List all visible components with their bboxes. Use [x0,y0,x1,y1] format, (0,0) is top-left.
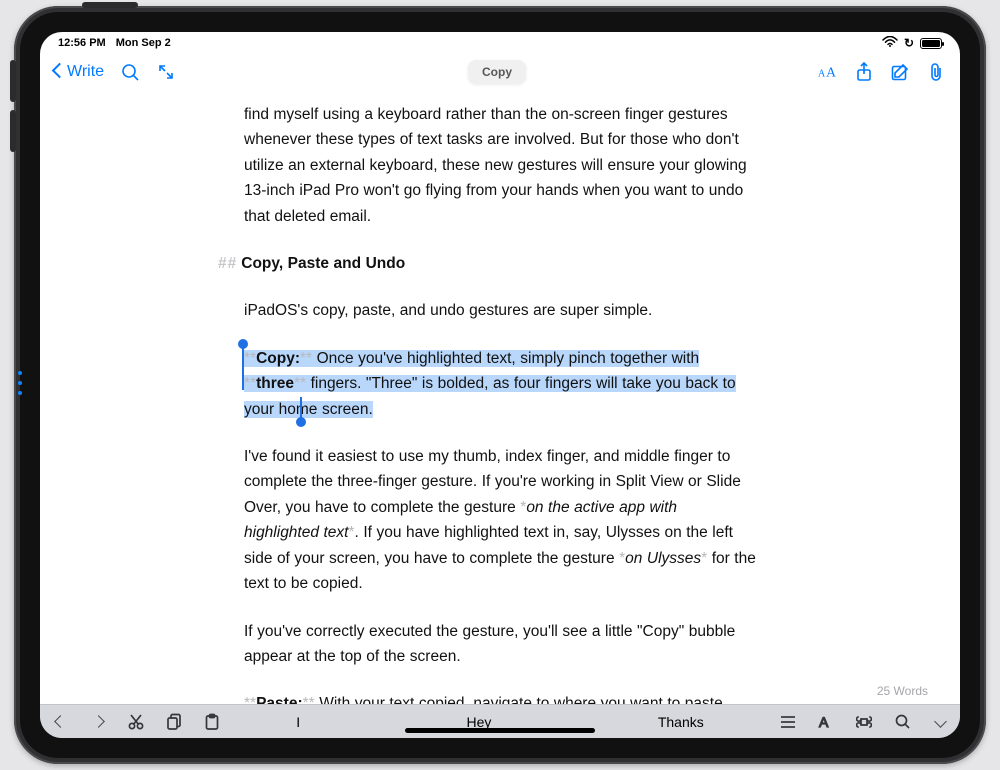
format-icon[interactable]: A [816,712,836,732]
editor-area[interactable]: find myself using a keyboard rather than… [40,92,960,704]
copy-icon[interactable] [164,712,184,732]
next-icon[interactable] [88,712,108,732]
volume-down-hw [10,110,16,152]
list-icon[interactable] [778,712,798,732]
battery-icon [920,38,942,49]
markdown-marker: ## [218,255,237,272]
paragraph[interactable]: find myself using a keyboard rather than… [244,102,756,229]
expand-icon[interactable] [156,62,176,82]
selected-paragraph[interactable]: **Copy:** Once you've highlighted text, … [244,346,756,422]
compose-icon[interactable] [890,62,910,82]
wifi-icon [882,36,898,50]
screen: 12:56 PM Mon Sep 2 ↻ Write [40,32,960,738]
nav-bar: Write Copy AA [40,52,960,92]
smart-connector [18,371,22,395]
paste-icon[interactable] [202,712,222,732]
orientation-lock-icon: ↻ [904,36,914,50]
svg-text:A: A [826,65,836,80]
paragraph[interactable]: iPadOS's copy, paste, and undo gestures … [244,298,756,323]
share-icon[interactable] [854,62,874,82]
status-time: 12:56 PM [58,37,106,49]
find-icon[interactable] [892,712,912,732]
cut-icon[interactable] [126,712,146,732]
word-count: 25 Words [877,684,928,698]
paragraph[interactable]: **Paste:** With your text copied, naviga… [244,691,756,704]
dismiss-keyboard-icon[interactable] [930,712,950,732]
paragraph[interactable]: If you've correctly executed the gesture… [244,619,756,670]
selection-handle-end[interactable] [300,397,302,418]
paragraph[interactable]: I've found it easiest to use my thumb, i… [244,444,756,596]
chevron-left-icon [54,63,65,81]
heading-2[interactable]: ##Copy, Paste and Undo [244,251,756,276]
attach-icon[interactable] [926,62,946,82]
svg-text:A: A [819,714,829,730]
svg-text:A: A [818,69,826,80]
volume-up-hw [10,60,16,102]
home-indicator[interactable] [405,728,595,733]
suggestion-3[interactable]: Thanks [632,714,730,730]
back-button[interactable]: Write [54,63,104,81]
back-label: Write [67,63,104,81]
status-bar: 12:56 PM Mon Sep 2 ↻ [40,32,960,52]
text-style-icon[interactable]: AA [818,62,838,82]
search-icon[interactable] [120,62,140,82]
ipad-frame: 12:56 PM Mon Sep 2 ↻ Write [14,6,986,764]
copy-bubble: Copy [468,60,526,84]
prev-icon[interactable] [50,712,70,732]
selection-handle-start[interactable] [242,348,244,390]
power-button-hw [82,2,138,8]
status-date: Mon Sep 2 [116,37,171,49]
suggestion-1[interactable]: I [270,714,326,730]
command-icon[interactable] [854,712,874,732]
